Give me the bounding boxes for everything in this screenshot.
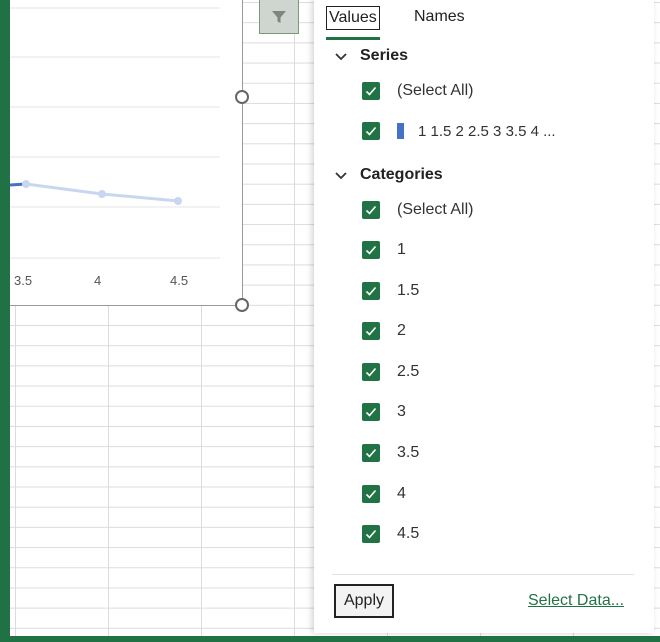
tab-names[interactable]: Names [412, 6, 467, 28]
series-color-swatch [397, 123, 404, 139]
checkmark-icon [365, 126, 377, 136]
checkbox[interactable] [362, 82, 380, 100]
category-item-label: 2 [397, 322, 406, 339]
checkmark-icon [365, 529, 377, 539]
checkmark-icon [365, 407, 377, 417]
chart-resize-handle-right[interactable] [235, 90, 249, 104]
chevron-down-icon[interactable] [332, 47, 350, 65]
category-item-label: 4 [397, 485, 406, 502]
categories-select-all-label: (Select All) [397, 201, 474, 218]
checkbox[interactable] [362, 403, 380, 421]
filter-funnel-icon [272, 10, 286, 23]
window-left-border [0, 0, 10, 642]
category-item-label: 2.5 [397, 363, 420, 380]
chart-gridlines [10, 7, 220, 259]
apply-button[interactable]: Apply [334, 584, 394, 618]
checkbox[interactable] [362, 363, 380, 381]
checkbox[interactable] [362, 444, 380, 462]
checkmark-icon [365, 205, 377, 215]
checkbox[interactable] [362, 241, 380, 259]
chart-x-tick-label: 3.5 [14, 273, 32, 288]
checkbox[interactable] [362, 322, 380, 340]
checkmark-icon [365, 286, 377, 296]
series-select-all[interactable]: (Select All) [362, 79, 473, 103]
category-item-label: 1 [397, 241, 406, 258]
series-select-all-label: (Select All) [397, 82, 474, 99]
checkmark-icon [365, 448, 377, 458]
chart-data-point [22, 180, 30, 188]
category-item[interactable]: 1.5 [362, 279, 419, 303]
chart-filter-pane: Values Names Series (Select All) 1 1.5 2… [314, 0, 654, 633]
category-item[interactable]: 3 [362, 400, 406, 424]
category-item-label: 4.5 [397, 525, 420, 542]
category-item-label: 1.5 [397, 282, 420, 299]
chart-series-group [10, 180, 182, 205]
chevron-down-icon[interactable] [332, 166, 350, 184]
checkbox[interactable] [362, 525, 380, 543]
chart-plot: 3.5 4 4.5 [10, 7, 220, 288]
series-section-header[interactable]: Series [332, 45, 408, 67]
window-bottom-border [0, 636, 660, 642]
chart-x-axis-ticks: 3.5 4 4.5 [14, 273, 188, 288]
category-item[interactable]: 2 [362, 319, 406, 343]
chart-area[interactable]: 3.5 4 4.5 [10, 0, 243, 306]
checkbox[interactable] [362, 201, 380, 219]
checkmark-icon [365, 367, 377, 377]
chart-filter-button[interactable] [259, 0, 299, 34]
category-item-label: 3.5 [397, 444, 420, 461]
chart-x-tick-label: 4 [94, 273, 101, 288]
checkmark-icon [365, 326, 377, 336]
chart-data-point [174, 197, 182, 205]
series-section-label: Series [360, 47, 409, 64]
category-item[interactable]: 3.5 [362, 441, 419, 465]
checkbox[interactable] [362, 282, 380, 300]
filter-tabs: Values Names [314, 0, 654, 40]
checkmark-icon [365, 489, 377, 499]
category-item[interactable]: 4.5 [362, 522, 419, 546]
tab-values[interactable]: Values [326, 6, 380, 30]
active-tab-indicator [326, 37, 380, 40]
categories-section-label: Categories [360, 166, 443, 183]
checkbox[interactable] [362, 122, 380, 140]
category-item[interactable]: 1 [362, 238, 406, 262]
chart-resize-handle-bottom-right[interactable] [235, 298, 249, 312]
checkmark-icon [365, 86, 377, 96]
series-item[interactable]: 1 1.5 2 2.5 3 3.5 4 ... [362, 119, 556, 143]
checkbox[interactable] [362, 485, 380, 503]
checkmark-icon [365, 245, 377, 255]
categories-select-all[interactable]: (Select All) [362, 198, 473, 222]
category-item-label: 3 [397, 403, 406, 420]
chart-data-point [98, 190, 106, 198]
categories-section-header[interactable]: Categories [332, 164, 443, 186]
select-data-link[interactable]: Select Data... [528, 592, 624, 610]
chart-x-tick-label: 4.5 [170, 273, 188, 288]
footer-divider [332, 574, 634, 575]
category-item[interactable]: 4 [362, 482, 406, 506]
category-item[interactable]: 2.5 [362, 360, 419, 384]
series-item-label: 1 1.5 2 2.5 3 3.5 4 ... [418, 122, 556, 140]
